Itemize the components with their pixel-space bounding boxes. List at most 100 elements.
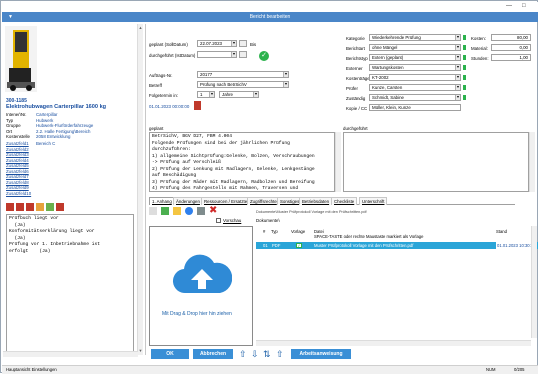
sort-icon[interactable]: ⇅ bbox=[263, 349, 271, 360]
minimize-button[interactable]: — bbox=[506, 3, 512, 9]
field-label-kategorie: Kategorie bbox=[346, 36, 365, 41]
extra-field-key[interactable]: Zusatzfeld4 bbox=[6, 158, 29, 163]
maximize-button[interactable]: □ bbox=[522, 3, 526, 9]
extra-field-key[interactable]: Zusatzfeld8 bbox=[6, 180, 29, 185]
prop-value: Hubwerk-Flurförderfahrzeuge bbox=[36, 123, 94, 128]
prop-key: Kostenstelle bbox=[6, 134, 30, 139]
note-icon-6[interactable] bbox=[56, 203, 64, 211]
collapse-chevron-icon[interactable]: ▼ bbox=[8, 12, 13, 22]
tab-0[interactable]: 1. Anhang bbox=[149, 197, 175, 205]
import-icon[interactable] bbox=[161, 207, 169, 215]
note-icon-5[interactable] bbox=[46, 203, 54, 211]
note-icon-4[interactable] bbox=[36, 203, 44, 211]
download-icon[interactable]: ⇩ bbox=[251, 349, 259, 360]
extra-field-key[interactable]: Zusatzfeld10 bbox=[6, 191, 31, 196]
title-bar: — □ bbox=[2, 2, 538, 12]
preview-label: Vorschau bbox=[223, 218, 242, 223]
note-icon-3[interactable] bbox=[26, 203, 34, 211]
globe-icon[interactable] bbox=[185, 207, 193, 215]
bis-label: Bis bbox=[250, 42, 257, 47]
new-file-icon[interactable] bbox=[149, 207, 157, 215]
col-typ[interactable]: Typ bbox=[271, 229, 278, 239]
geplant-scrollbar[interactable] bbox=[335, 132, 341, 192]
scan-icon[interactable] bbox=[197, 207, 205, 215]
extra-field-key[interactable]: Zusatzfeld1 bbox=[6, 141, 29, 146]
field-kopie[interactable]: Müller, Klein, Kunze bbox=[369, 104, 461, 111]
auftrag-label: Auftrags-Nr. bbox=[149, 73, 173, 78]
tab-7[interactable]: Unterschrift bbox=[359, 197, 388, 205]
field-befund[interactable]: ohne Mängel ▼ bbox=[369, 44, 461, 51]
col-stand[interactable]: Stand bbox=[496, 229, 507, 239]
folder-icon[interactable] bbox=[173, 207, 181, 215]
tab-1[interactable]: Änderungen bbox=[173, 197, 203, 205]
field-label-berichtstyp: Berichtstyp bbox=[346, 56, 368, 61]
arbeitsanweisung-button[interactable]: Arbeitsanweisung bbox=[291, 349, 351, 359]
folgetermin-field[interactable]: 1 ▼ bbox=[197, 91, 215, 98]
durchgefuehrt-date-field[interactable]: ▼ bbox=[197, 51, 237, 58]
field-pruefer[interactable]: Kunze, Carsten ▼ bbox=[369, 84, 461, 91]
row-typ: PDF bbox=[272, 243, 281, 248]
attachment-row[interactable]: 01 PDF ✓ Muster Prüfprotokoll Vorlage mi… bbox=[256, 242, 538, 249]
date-picker-button-2[interactable] bbox=[239, 51, 247, 58]
geplant-date-field[interactable]: 22.07.2023 ▼ bbox=[197, 40, 237, 47]
extra-field-key[interactable]: Zusatzfeld3 bbox=[6, 152, 29, 157]
date-picker-button[interactable] bbox=[239, 40, 247, 47]
durchgefuehrt-scrollbar[interactable] bbox=[529, 132, 535, 192]
left-hscrollbar[interactable] bbox=[3, 351, 138, 357]
dialog-title: Bericht bearbeiten bbox=[249, 14, 291, 20]
abbrechen-button[interactable]: Abbrechen bbox=[193, 349, 233, 359]
folgetermin-unit[interactable]: Jahre ▼ bbox=[219, 91, 259, 98]
extra-field-key[interactable]: Zusatzfeld7 bbox=[6, 174, 29, 179]
auftrag-field[interactable]: 20177 ▼ bbox=[197, 71, 289, 78]
upload-icon[interactable]: ⇧ bbox=[239, 349, 247, 360]
field-status-indicator bbox=[463, 95, 466, 100]
tab-6[interactable]: Checkliste bbox=[331, 197, 358, 205]
col-vorlage[interactable]: Vorlage bbox=[291, 229, 305, 239]
app-window: — □ ▼ Bericht bearbeiten 300-1185 Elektr… bbox=[0, 0, 538, 374]
field-zustaendig[interactable]: Schmidt, Sabine ▼ bbox=[369, 94, 461, 101]
extra-field-key[interactable]: Zusatzfeld2 bbox=[6, 147, 29, 152]
extra-field-key[interactable]: Zusatzfeld5 bbox=[6, 163, 29, 168]
field-berichtstyp[interactable]: Extern (geplant) ▼ bbox=[369, 54, 461, 61]
tab-5[interactable]: Betriebsdaten bbox=[299, 197, 333, 205]
note-icon-2[interactable] bbox=[16, 203, 24, 211]
tab-3[interactable]: Zugriffsrechte bbox=[247, 197, 280, 205]
durchgefuehrt-text-label: durchgeführt bbox=[343, 126, 368, 131]
field-kategorie[interactable]: Wiederkehrende Prüfung ▼ bbox=[369, 34, 461, 41]
upload-alt-icon[interactable]: ⇧ bbox=[276, 349, 284, 360]
extra-field-key[interactable]: Zusatzfeld9 bbox=[6, 185, 29, 190]
delete-icon[interactable]: ✖ bbox=[209, 205, 217, 216]
field-status-indicator bbox=[463, 35, 466, 40]
betreff-field[interactable]: Prüfung nach BetrSichV ▼ bbox=[197, 81, 289, 88]
drop-text: Mit Drag & Drop hier hin ziehen bbox=[162, 311, 232, 317]
col-nr[interactable]: # bbox=[263, 229, 265, 239]
left-scrollbar[interactable]: ▲ ▼ bbox=[137, 24, 143, 355]
drop-zone[interactable]: Mit Drag & Drop hier hin ziehen bbox=[149, 226, 253, 346]
prop-key: Intener\Nr. bbox=[6, 112, 27, 117]
field-kostenträger[interactable]: KT-2002 ▼ bbox=[369, 74, 461, 81]
notes-field[interactable]: Prüfbuch liegt vor (Ja) Konformitätserkl… bbox=[6, 214, 134, 354]
field-label-kostenträger: Kostenträger bbox=[346, 76, 372, 81]
confirm-check-icon[interactable]: ✓ bbox=[259, 51, 269, 61]
material-field[interactable]: 0,00 bbox=[491, 44, 531, 51]
kosten-field[interactable]: 80,00 bbox=[491, 34, 531, 41]
geplant-label: geplant (SollDatum) bbox=[149, 42, 188, 47]
field-label-zustaendig: Zuständig bbox=[346, 96, 366, 101]
durchgefuehrt-textarea[interactable] bbox=[343, 132, 529, 192]
field-externer[interactable]: Wartungskosten ▼ bbox=[369, 64, 461, 71]
vorlage-checkbox[interactable]: ✓ bbox=[296, 243, 302, 248]
folgetermin-label: Folgetermin in: bbox=[149, 93, 179, 98]
asset-name: Elektrohubwagen Carterpillar 1600 kg bbox=[6, 104, 107, 110]
grid-hscrollbar[interactable] bbox=[256, 340, 531, 346]
preview-checkbox[interactable] bbox=[216, 218, 221, 223]
geplant-textarea[interactable]: BetrSichV, BGV D27, FBM 4.004 Folgende P… bbox=[149, 132, 335, 192]
note-icon-1[interactable] bbox=[6, 203, 14, 211]
col-datei[interactable]: Datei SPACE-TASTE oder rechte Maustaste m… bbox=[314, 229, 423, 239]
field-label-befund: Berichtart bbox=[346, 46, 365, 51]
ok-button[interactable]: OK bbox=[151, 349, 189, 359]
extra-field-key[interactable]: Zusatzfeld6 bbox=[6, 169, 29, 174]
stunden-field[interactable]: 1,00 bbox=[491, 54, 531, 61]
pdf-icon[interactable] bbox=[194, 101, 201, 110]
betreff-label: Betreff bbox=[149, 83, 162, 88]
grid-scrollbar[interactable] bbox=[531, 226, 537, 338]
